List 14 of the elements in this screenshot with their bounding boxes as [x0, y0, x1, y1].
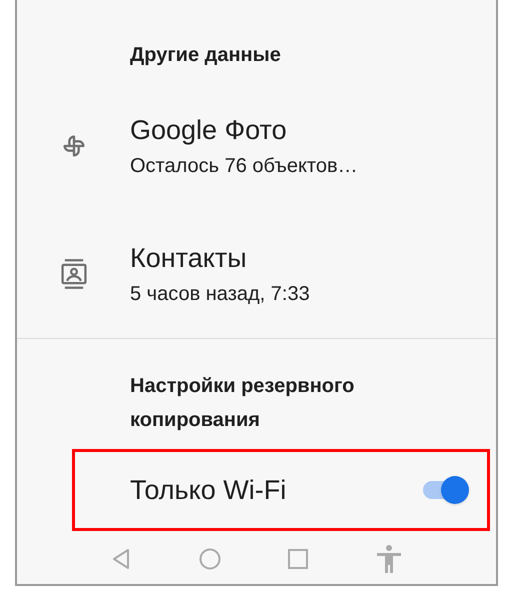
contact-card-icon — [60, 258, 88, 290]
accessibility-icon[interactable] — [376, 545, 402, 573]
home-icon[interactable] — [198, 548, 221, 570]
toggle-label: Только Wi-Fi — [130, 474, 286, 507]
back-icon[interactable] — [110, 548, 131, 570]
item-subtitle: Осталось 76 объектов… — [130, 154, 358, 179]
section-header: Другие данные — [129, 43, 282, 68]
recents-icon[interactable] — [288, 549, 308, 569]
item-title: Google Фото — [130, 114, 288, 147]
item-subtitle: 5 часов назад, 7:33 — [130, 282, 310, 307]
list-item[interactable]: Контакты 5 часов назад, 7:33 — [17, 210, 496, 338]
list-item[interactable]: Google Фото Осталось 76 объектов… — [17, 82, 496, 210]
section-header: Настройки резервного копирования — [129, 374, 356, 433]
item-title: Контакты — [130, 242, 248, 275]
